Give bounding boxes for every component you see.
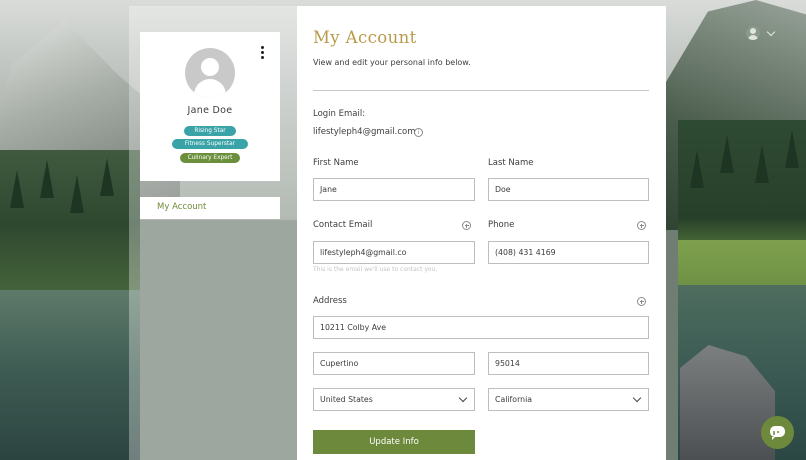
background-tree [10,170,24,208]
page-subtitle: View and edit your personal info below. [313,58,471,67]
country-select-value: United States [320,395,373,404]
contact-email-hint: This is the email we'll use to contact y… [313,266,438,273]
chat-bubble-button[interactable] [761,416,794,449]
first-name-label: First Name [313,158,359,168]
info-icon[interactable]: i [414,128,423,137]
header-divider [313,90,649,91]
background-lake-left [0,290,140,460]
state-select[interactable]: California [488,388,649,411]
background-tree [100,158,114,196]
last-name-field[interactable]: Doe [488,178,649,201]
phone-label: Phone [488,220,515,230]
contact-email-field[interactable]: lifestyleph4@gmail.co [313,241,475,264]
nav-item-my-account[interactable]: My Account [157,202,206,212]
state-select-value: California [495,395,533,404]
badge-fitness-superstar: Fitness Superstar [172,139,248,149]
background-tree [720,135,734,173]
kebab-menu-icon[interactable] [258,46,266,60]
first-name-field[interactable]: Jane [313,178,475,201]
badge-rising-star: Rising Star [184,126,236,136]
city-field[interactable]: Cupertino [313,352,475,375]
add-phone-plus-icon[interactable] [637,221,646,230]
login-email-label: Login Email: [313,109,366,119]
phone-field[interactable]: (408) 431 4169 [488,241,649,264]
background-meadow-right [678,240,806,290]
badge-label: Rising Star [194,128,226,134]
chevron-down-icon [458,393,468,403]
background-tree [40,160,54,198]
background-tree [690,150,704,188]
background-tree [755,145,769,183]
last-name-label: Last Name [488,158,534,168]
chevron-down-icon [632,393,642,403]
background-tree [785,130,799,168]
login-email-value: lifestyleph4@gmail.com [313,127,416,137]
profile-card: Jane Doe Rising Star Fitness Superstar C… [140,32,280,181]
country-select[interactable]: United States [313,388,475,411]
badge-label: Culinary Expert [187,155,233,161]
zip-code-field[interactable]: 95014 [488,352,649,375]
page-title: My Account [313,28,417,47]
street-address-field[interactable]: 10211 Colby Ave [313,316,649,339]
address-label: Address [313,296,347,306]
background-tree [70,175,84,213]
profile-name: Jane Doe [187,105,233,116]
chat-bubble-icon [770,426,785,440]
account-nav: My Account [140,197,280,219]
user-avatar-icon[interactable] [746,26,760,40]
badge-label: Fitness Superstar [184,141,236,147]
update-info-button[interactable]: Update Info [313,430,475,454]
profile-avatar-icon[interactable] [185,48,235,98]
add-contact-email-plus-icon[interactable] [462,221,471,230]
add-address-plus-icon[interactable] [637,297,646,306]
contact-email-label: Contact Email [313,220,373,230]
badge-culinary-expert: Culinary Expert [180,153,240,163]
